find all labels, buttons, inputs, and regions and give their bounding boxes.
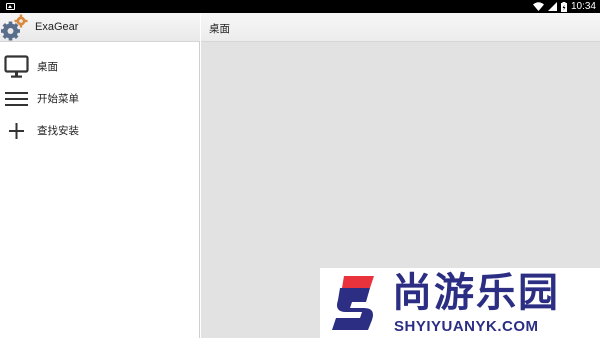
sidebar-item-label: 桌面	[37, 61, 58, 73]
battery-icon	[560, 1, 567, 12]
wifi-icon	[532, 2, 544, 11]
sidebar-item-label: 查找安装	[37, 125, 79, 137]
signal-icon	[547, 2, 557, 11]
watermark-text: 尚游乐园	[392, 270, 560, 316]
sidebar-item-find-install[interactable]: 查找安装	[0, 115, 200, 147]
watermark-url: SHYIYUANYK.COM	[394, 318, 539, 335]
main-header: 桌面	[201, 13, 600, 42]
sidebar-item-desktop[interactable]: 桌面	[0, 51, 200, 83]
page-title: 桌面	[209, 23, 230, 35]
sidebar-item-label: 开始菜单	[37, 93, 79, 105]
watermark: 尚游乐园 SHYIYUANYK.COM	[320, 268, 600, 338]
status-icons: 10:34	[532, 1, 596, 12]
plus-icon	[9, 123, 24, 139]
clock: 10:34	[570, 1, 596, 12]
sidebar: ExaGear 桌面 开始菜单 查找安装	[0, 13, 200, 338]
app-title: ExaGear	[35, 21, 79, 33]
notification-icon	[6, 3, 15, 10]
monitor-icon	[4, 55, 29, 78]
sidebar-header: ExaGear	[0, 13, 200, 42]
gears-icon	[1, 14, 28, 41]
watermark-logo	[332, 276, 374, 330]
sidebar-item-start-menu[interactable]: 开始菜单	[0, 83, 200, 115]
status-bar: 10:34	[0, 0, 600, 13]
sidebar-menu: 桌面 开始菜单 查找安装	[0, 51, 200, 147]
menu-icon	[5, 92, 28, 106]
